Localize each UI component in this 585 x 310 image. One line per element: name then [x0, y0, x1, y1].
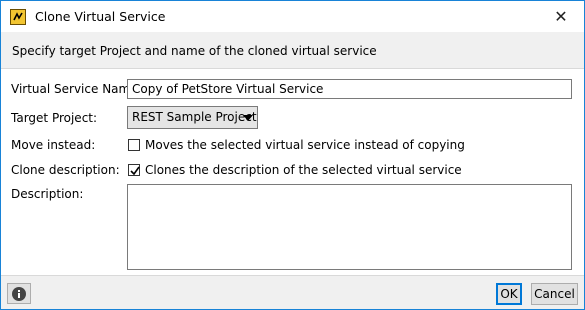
title-bar[interactable]: Clone Virtual Service ✕	[1, 1, 584, 32]
target-project-select[interactable]: REST Sample Project	[127, 106, 258, 129]
target-project-label: Target Project:	[11, 111, 98, 125]
info-button[interactable]	[7, 283, 31, 304]
move-instead-label: Move instead:	[11, 138, 96, 152]
clone-description-label: Clone description:	[11, 163, 120, 177]
clone-description-checkbox-label[interactable]: Clones the description of the selected v…	[145, 163, 462, 177]
description-textarea[interactable]	[127, 184, 572, 270]
window-title: Clone Virtual Service	[35, 9, 166, 24]
header-band: Specify target Project and name of the c…	[1, 32, 584, 69]
target-project-value: REST Sample Project	[132, 110, 257, 124]
close-button[interactable]: ✕	[538, 1, 584, 32]
move-instead-checkbox-label[interactable]: Moves the selected virtual service inste…	[145, 138, 465, 152]
clone-description-checkbox[interactable]	[128, 164, 140, 176]
description-label: Description:	[11, 187, 84, 201]
checkmark-icon	[130, 166, 140, 176]
cancel-button[interactable]: Cancel	[531, 283, 578, 305]
move-instead-checkbox[interactable]	[128, 139, 140, 151]
name-label: Virtual Service Name:	[11, 82, 142, 96]
header-description: Specify target Project and name of the c…	[12, 44, 377, 58]
chevron-down-icon	[243, 115, 253, 121]
ok-button[interactable]: OK	[496, 283, 522, 305]
app-icon	[10, 9, 26, 25]
info-icon	[12, 287, 26, 301]
virtual-service-name-input[interactable]: Copy of PetStore Virtual Service	[127, 79, 572, 99]
